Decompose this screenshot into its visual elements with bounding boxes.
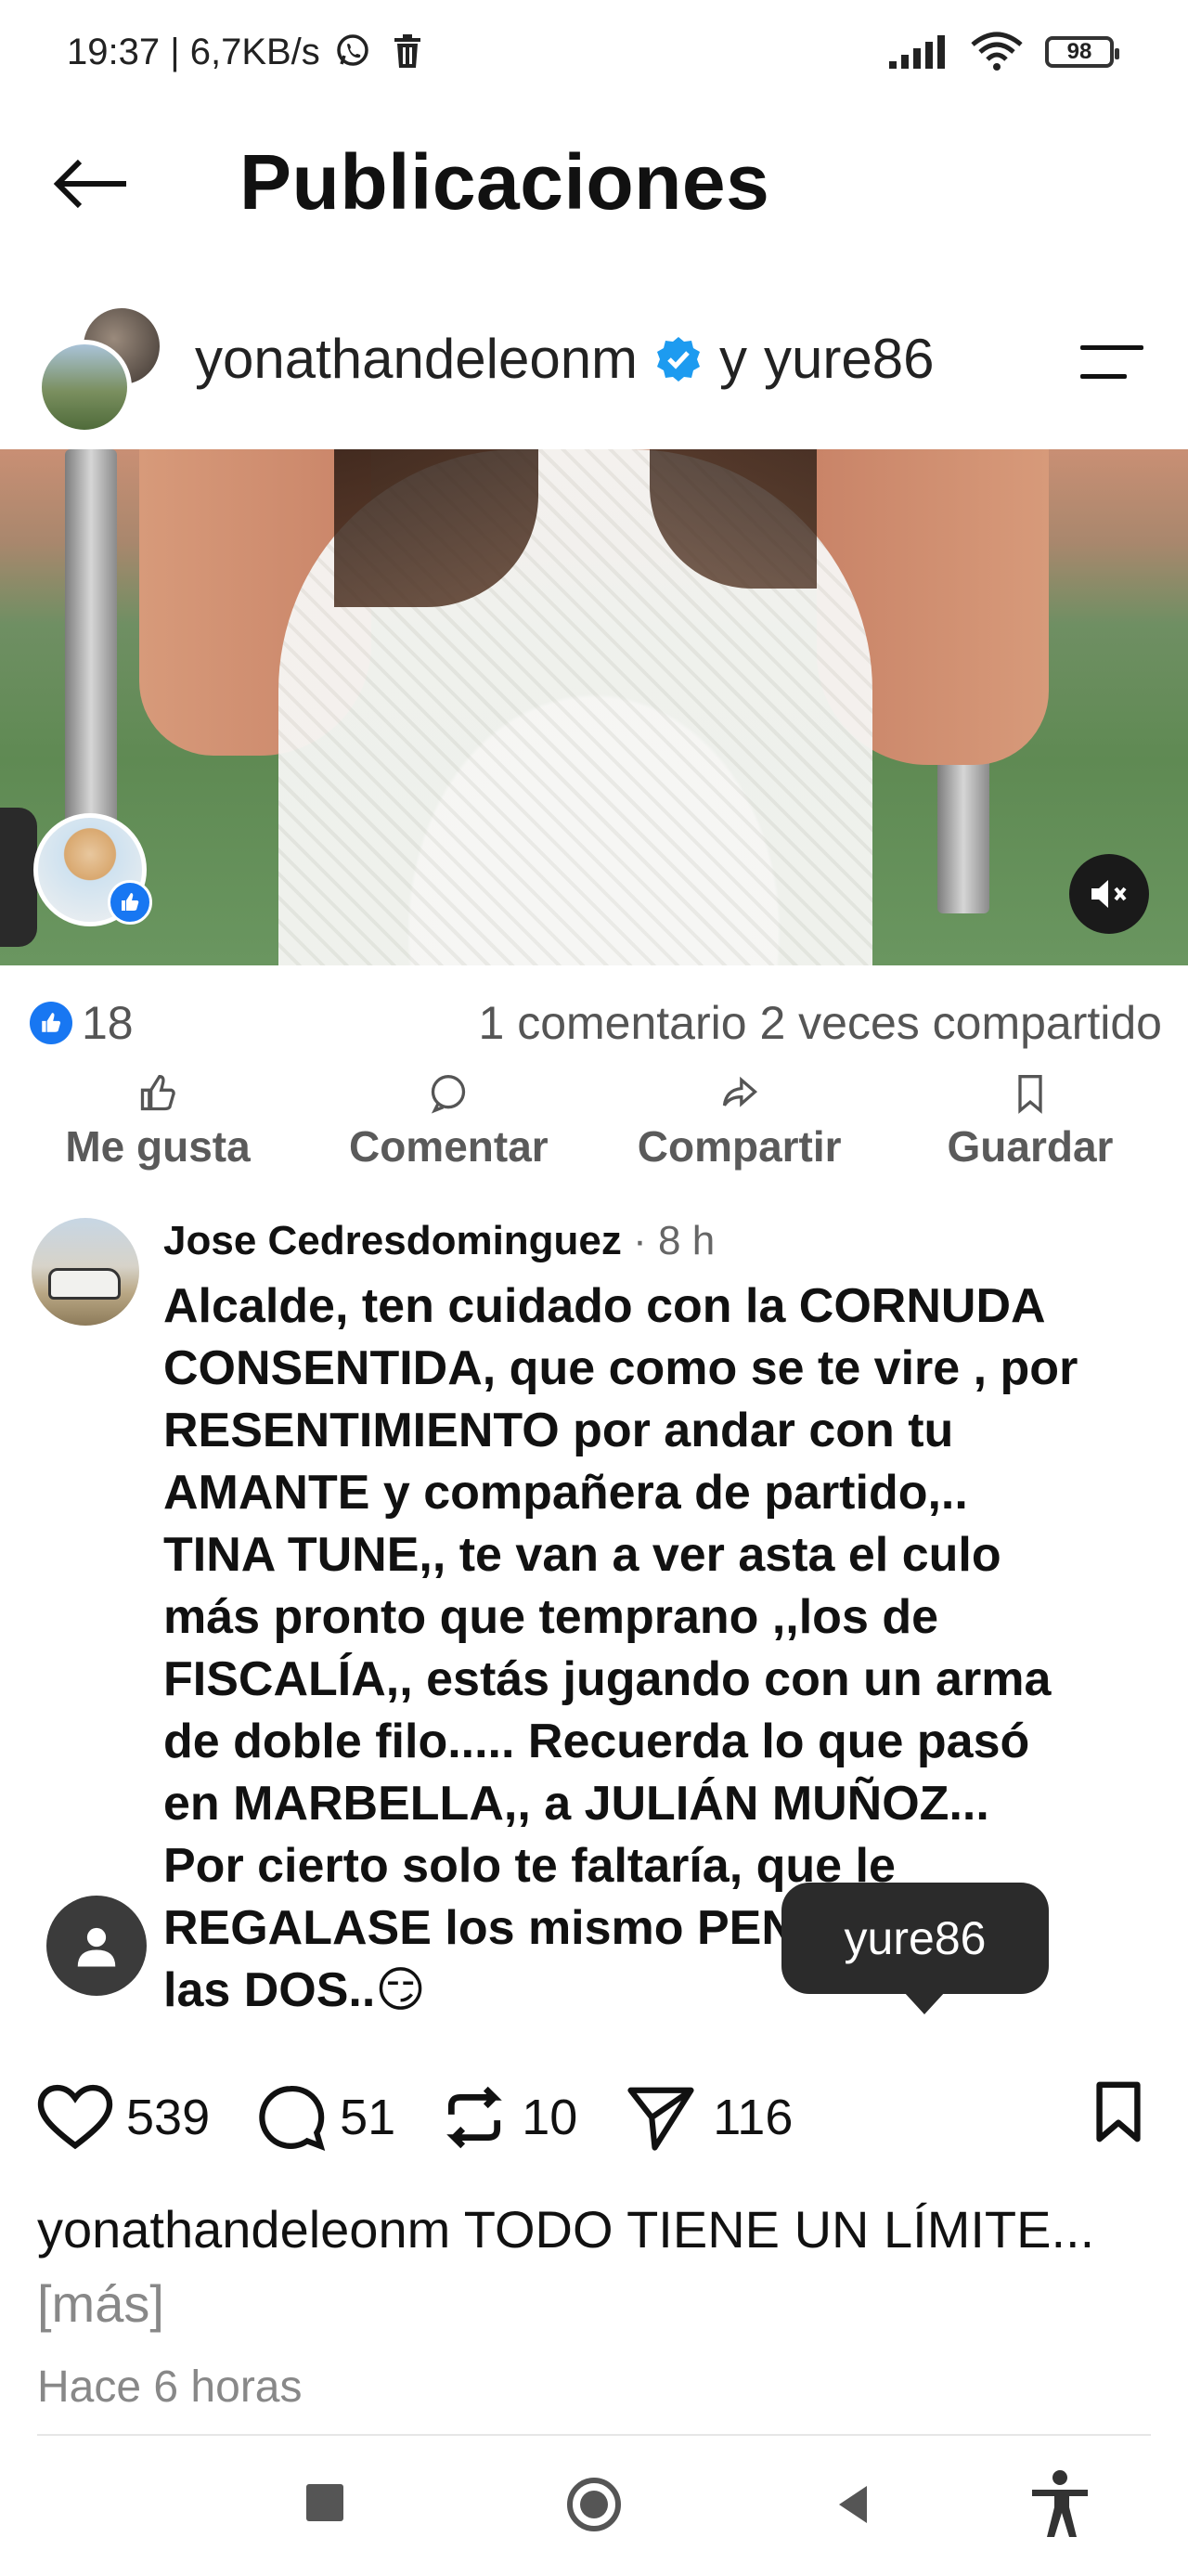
fb-action-bar: Me gusta Comentar Compartir Guardar	[19, 1073, 1169, 1175]
save-button[interactable]: Guardar	[891, 1073, 1169, 1175]
tag-tooltip[interactable]: yure86	[781, 1883, 1049, 2014]
accessibility-icon[interactable]	[1028, 2469, 1091, 2540]
battery-icon: 98	[1045, 36, 1119, 68]
bookmark-icon	[1096, 2081, 1141, 2142]
coauthor-name[interactable]: yure86	[764, 327, 934, 391]
comment-time: · 8 h	[621, 1218, 716, 1263]
save-button-label: Guardar	[947, 1122, 1114, 1171]
like-reaction-icon	[108, 880, 152, 925]
media-overlay-edge	[0, 808, 37, 947]
share-count: 116	[713, 2090, 794, 2145]
back-nav-button[interactable]	[833, 2482, 871, 2527]
speech-bubble-icon	[259, 2086, 326, 2151]
tag-tooltip-label: yure86	[844, 1912, 987, 1964]
home-button[interactable]	[566, 2477, 622, 2532]
like-button[interactable]: Me gusta	[19, 1073, 297, 1175]
more-link[interactable]: [más]	[37, 2274, 164, 2333]
whatsapp-icon	[337, 34, 368, 66]
post-timestamp: Hace 6 horas	[37, 2362, 303, 2412]
comment-button[interactable]: Comentar	[309, 1073, 588, 1175]
user-tag-button[interactable]	[46, 1896, 147, 1996]
media-swing-bar	[65, 449, 117, 839]
author-name[interactable]: yonathandeleonm	[195, 327, 638, 391]
like-group[interactable]: 539	[37, 2083, 210, 2152]
author-connector: y	[719, 328, 748, 390]
share-button-label: Compartir	[637, 1122, 842, 1171]
commenter-name-text[interactable]: Jose Cedresdominguez	[163, 1218, 622, 1263]
commenter-name: Jose Cedresdominguez · 8 h	[163, 1218, 715, 1264]
status-time-text: 19:37 | 6,7KB/s	[67, 32, 320, 72]
share-button[interactable]: Compartir	[600, 1073, 879, 1175]
comment-share-stats[interactable]: 1 comentario 2 veces compartido	[479, 996, 1162, 1050]
send-icon	[627, 2087, 694, 2151]
trash-icon	[394, 34, 421, 68]
page-title: Publicaciones	[239, 138, 770, 226]
verified-badge-icon	[657, 336, 701, 382]
threads-action-bar: 539 51 10 116	[37, 2076, 1151, 2159]
thumbs-up-icon	[140, 1075, 175, 1111]
battery-level: 98	[1066, 39, 1092, 64]
reaction-summary: 18 1 comentario 2 veces compartido	[30, 995, 1162, 1051]
post-caption: yonathandeleonm TODO TIENE UN LÍMITE... …	[37, 2193, 1151, 2341]
comment-icon	[432, 1075, 466, 1114]
caption-username[interactable]: yonathandeleonm	[37, 2200, 450, 2259]
post-authors: yonathandeleonm y yure86	[195, 327, 935, 391]
share-icon	[722, 1076, 757, 1107]
back-button[interactable]	[45, 137, 137, 230]
author-avatars[interactable]	[37, 304, 167, 434]
comment-button-label: Comentar	[348, 1122, 549, 1171]
menu-icon[interactable]	[1077, 342, 1147, 382]
wifi-icon	[971, 32, 1023, 71]
repost-count: 10	[522, 2090, 578, 2145]
post-media[interactable]	[0, 449, 1188, 965]
status-icons: 98	[887, 32, 1119, 72]
commenter-avatar-car	[48, 1268, 121, 1300]
comment-count: 51	[340, 2090, 396, 2145]
divider	[37, 2434, 1151, 2436]
like-button-label: Me gusta	[65, 1122, 251, 1171]
comment-group[interactable]: 51	[254, 2081, 395, 2154]
bookmark-button[interactable]	[1086, 2078, 1151, 2158]
avatar-author[interactable]	[37, 340, 132, 434]
person-icon	[77, 1927, 116, 1967]
bookmark-icon	[1018, 1075, 1042, 1114]
recents-button[interactable]	[306, 2484, 343, 2521]
heart-icon	[37, 2084, 113, 2150]
status-time: 19:37 | 6,7KB/s	[67, 32, 424, 73]
like-count-threads: 539	[126, 2090, 211, 2145]
signal-icon	[889, 35, 945, 69]
repost-group[interactable]: 10	[440, 2081, 577, 2154]
speaker-mute-icon[interactable]	[1069, 854, 1149, 934]
repost-icon	[446, 2086, 502, 2149]
like-count-icon	[30, 1002, 72, 1044]
arrow-left-icon	[53, 159, 126, 209]
status-bar: 19:37 | 6,7KB/s 98	[0, 0, 1188, 111]
send-group[interactable]: 116	[622, 2081, 793, 2154]
like-count[interactable]: 18	[82, 996, 134, 1050]
caption-text: TODO TIENE UN LÍMITE...	[450, 2200, 1095, 2259]
